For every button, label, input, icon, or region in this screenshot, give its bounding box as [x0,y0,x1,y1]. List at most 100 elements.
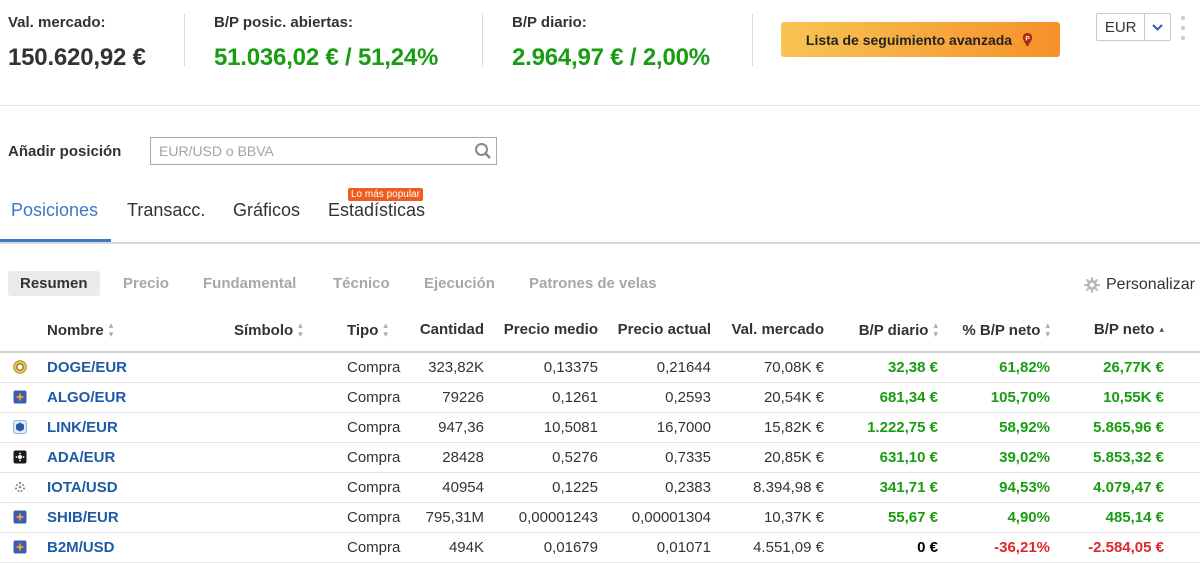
position-name-link[interactable]: IOTA/USD [47,473,118,502]
kebab-menu-icon[interactable] [1176,14,1190,42]
cell-net-pl: -2.584,05 € [1088,539,1164,556]
cell-type: Compra [347,509,401,526]
position-name-link[interactable]: SHIB/EUR [47,503,119,532]
table-row[interactable]: IOTA/USD Compra 40954 0,1225 0,2383 8.394,98 … [0,473,1200,503]
column-header-net-pl[interactable]: B/P neto ▴ [1058,321,1164,338]
column-header-quantity[interactable]: Cantidad [400,321,484,338]
column-header-name[interactable]: Nombre ▴ ▾ [47,321,113,339]
advanced-watchlist-button[interactable]: Lista de seguimiento avanzada P [781,22,1060,57]
active-tab-indicator [0,239,111,242]
cell-market-value: 15,82K € [763,419,824,436]
cell-market-value: 10,37K € [763,509,824,526]
subtab-summary[interactable]: Resumen [8,271,100,296]
tab-positions[interactable]: Posiciones [11,200,98,221]
table-row[interactable]: LINK/EUR Compra 947,36 10,5081 16,7000 15,82K… [0,413,1200,443]
column-header-avg-price[interactable]: Precio medio [490,321,598,338]
cell-avg-price: 0,13375 [543,359,598,376]
cell-daily-pl: 341,71 € [879,479,938,496]
metric-divider [482,14,483,66]
main-tabs: Posiciones Transacc. Gráficos Estadístic… [0,186,1200,244]
subtab-price[interactable]: Precio [123,271,169,296]
chainlink-icon [13,420,27,434]
cell-market-value: 20,85K € [763,449,824,466]
position-name-link[interactable]: DOGE/EUR [47,353,127,382]
add-position-input[interactable] [151,138,496,164]
column-header-label: Cantidad [419,321,484,338]
subtab-execution[interactable]: Ejecución [424,271,495,296]
column-header-label: % B/P neto [962,321,1041,339]
column-header-daily-pl[interactable]: B/P diario ▴ ▾ [832,321,938,339]
advanced-watchlist-label: Lista de seguimiento avanzada [805,31,1013,48]
open-pl-amount: 51.036,02 € / 51,24% [214,44,439,71]
cell-net-pl: 4.079,47 € [1093,479,1164,496]
market-value-metric: Val. mercado: 150.620,92 € [8,14,146,72]
cell-quantity: 795,31M [425,509,484,526]
column-header-symbol[interactable]: Símbolo ▴ ▾ [234,321,303,339]
cell-net-pl: 26,77K € [1103,359,1164,376]
cell-avg-price: 0,1225 [552,479,598,496]
table-row[interactable]: SHIB/EUR Compra 795,31M 0,00001243 0,0000130… [0,503,1200,533]
open-pl-metric: B/P posic. abiertas: 51.036,02 € / 51,24… [214,14,438,72]
column-header-label: Precio actual [617,321,711,338]
pro-badge-icon: P [1022,32,1033,47]
subtab-fundamental[interactable]: Fundamental [203,271,296,296]
column-header-current-price[interactable]: Precio actual [604,321,711,338]
daily-pl-metric: B/P diario: 2.964,97 € / 2,00% [512,14,710,72]
daily-pl-amount: 2.964,97 € / 2,00% [512,44,710,71]
cell-avg-price: 0,01679 [543,539,598,556]
table-row[interactable]: ALGO/EUR Compra 79226 0,1261 0,2593 20,54K € 6… [0,383,1200,413]
position-name-link[interactable]: LINK/EUR [47,413,118,442]
cell-type: Compra [347,389,401,406]
cell-current-price: 0,00001304 [631,509,711,526]
cell-type: Compra [347,449,401,466]
column-header-label: B/P diario [858,321,929,339]
column-header-label: Precio medio [503,321,598,338]
column-header-label: Tipo [347,321,379,339]
cell-quantity: 494K [448,539,484,556]
personalize-button[interactable]: Personalizar [1084,276,1195,294]
subtab-candle-patterns[interactable]: Patrones de velas [529,271,657,296]
add-position-field [150,137,497,165]
column-header-market-value[interactable]: Val. mercado [718,321,824,338]
open-pl-label: B/P posic. abiertas: [214,14,353,31]
table-row[interactable]: ADA/EUR Compra 28428 0,5276 0,7335 20,85K € 63… [0,443,1200,473]
cell-type: Compra [347,419,401,436]
subtab-technical[interactable]: Técnico [333,271,390,296]
metric-divider [752,14,753,66]
column-header-type[interactable]: Tipo ▴ ▾ [347,321,388,339]
cell-current-price: 0,21644 [656,359,711,376]
cell-daily-pl: 681,34 € [879,389,938,406]
cell-net-pl-pct: 39,02% [999,449,1050,466]
currency-value: EUR [1104,18,1137,36]
table-row[interactable]: DOGE/EUR Compra 323,82K 0,13375 0,21644 70,08… [0,353,1200,383]
cell-market-value: 4.551,09 € [753,539,824,556]
currency-select[interactable]: EUR [1096,13,1171,41]
table-row[interactable]: B2M/USD Compra 494K 0,01679 0,01071 4.551,09 … [0,533,1200,563]
dogecoin-icon [13,360,27,374]
generic-coin-icon [13,390,27,404]
cell-daily-pl: 631,10 € [879,449,938,466]
sort-icon: ▴ ▾ [298,320,303,339]
position-name-link[interactable]: ADA/EUR [47,443,115,472]
tab-charts[interactable]: Gráficos [233,200,300,221]
cell-avg-price: 0,00001243 [518,509,598,526]
tab-statistics[interactable]: Estadísticas [328,200,425,221]
cell-quantity: 79226 [442,389,484,406]
cell-market-value: 70,08K € [763,359,824,376]
daily-pl-label: B/P diario: [512,14,587,31]
generic-coin-icon [13,540,27,554]
position-name-link[interactable]: ALGO/EUR [47,383,126,412]
cell-avg-price: 0,1261 [552,389,598,406]
add-position-label: Añadir posición [8,143,122,160]
column-header-net-pl-pct[interactable]: % B/P neto ▴ ▾ [942,321,1050,339]
sort-icon: ▴ ▾ [108,320,114,339]
position-name-link[interactable]: B2M/USD [47,533,115,562]
sort-icon: ▴ ▾ [1045,320,1050,339]
search-icon[interactable] [474,142,492,160]
tab-transactions[interactable]: Transacc. [127,200,205,221]
sort-icon: ▴ [1159,324,1164,334]
generic-coin-icon [13,510,27,524]
market-value-label: Val. mercado: [8,14,106,31]
cell-net-pl-pct: -36,21% [994,539,1050,556]
caret-down-icon[interactable] [1144,14,1170,40]
